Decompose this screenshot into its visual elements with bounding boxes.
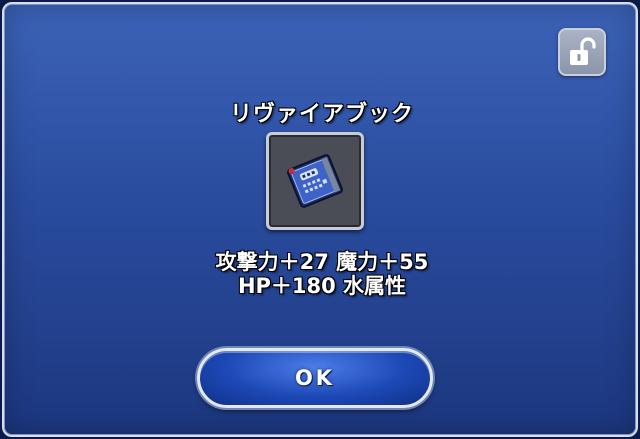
item-icon-frame: [266, 132, 364, 230]
stats-line-2: HP＋180 水属性: [237, 274, 407, 298]
item-name: リヴァイアブック: [229, 102, 414, 127]
ok-button[interactable]: OK: [197, 348, 433, 408]
stats-line-1: 攻撃力＋27 魔力＋55: [215, 250, 429, 274]
lock-toggle-button[interactable]: [558, 28, 606, 76]
item-info-dialog: リヴァイアブック 攻撃力＋27 魔力＋55 HP＋180 水属性 OK: [2, 2, 638, 437]
item-stats: 攻撃力＋27 魔力＋55 HP＋180 水属性: [4, 250, 636, 298]
unlocked-padlock-icon: [570, 37, 596, 65]
book-icon: [287, 154, 343, 208]
